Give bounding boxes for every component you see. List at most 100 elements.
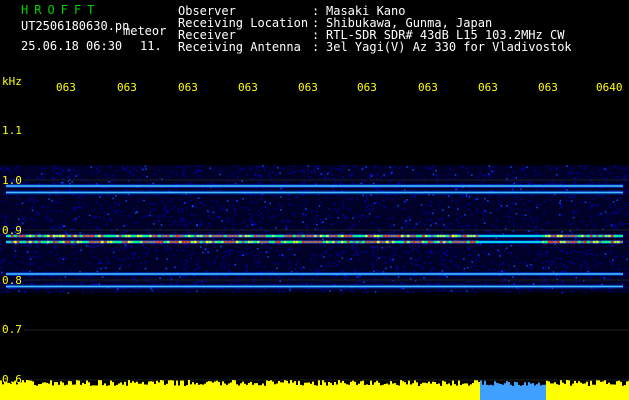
noise-dot (625, 189, 627, 191)
noise-dot (496, 209, 499, 211)
signal-sample (329, 234, 332, 238)
noise-dot (513, 224, 515, 226)
noise-dot (52, 227, 54, 230)
signal-sample (593, 240, 596, 244)
noise-dot (457, 267, 460, 269)
amplitude-bar (570, 385, 572, 400)
noise-dot (316, 227, 319, 230)
noise-dot (263, 266, 266, 268)
noise-dot (36, 213, 39, 215)
amplitude-bar (538, 382, 540, 400)
noise-dot (366, 197, 368, 200)
noise-dot (228, 263, 230, 266)
signal-sample (275, 234, 278, 238)
noise-dot (30, 282, 32, 285)
noise-dot (327, 173, 329, 175)
signal-sample (392, 234, 395, 238)
noise-dot (559, 214, 561, 216)
noise-dot (39, 255, 41, 258)
noise-dot (451, 199, 453, 202)
noise-dot (128, 215, 131, 217)
noise-dot (145, 252, 147, 254)
noise-dot (9, 170, 11, 172)
noise-dot (324, 176, 326, 179)
noise-dot (377, 248, 379, 251)
noise-dot (220, 263, 222, 265)
noise-dot (29, 263, 31, 265)
noise-dot (363, 291, 365, 293)
noise-dot (588, 268, 590, 270)
signal-sample (227, 240, 230, 244)
noise-dot (575, 276, 577, 279)
noise-dot (74, 218, 77, 220)
signal-sample (599, 234, 602, 238)
noise-dot (113, 247, 115, 250)
noise-dot (345, 216, 347, 219)
amplitude-bar (164, 384, 166, 400)
noise-dot (561, 250, 563, 252)
noise-dot (507, 187, 509, 190)
noise-dot (385, 267, 387, 270)
noise-dot (292, 278, 295, 280)
noise-dot (351, 245, 354, 248)
signal-sample (338, 240, 341, 244)
signal-sample (230, 240, 233, 244)
amplitude-bar (170, 380, 172, 400)
noise-dot (170, 247, 172, 250)
noise-dot (361, 281, 363, 284)
noise-dot (442, 238, 445, 240)
signal-sample (215, 234, 218, 238)
noise-dot (503, 262, 505, 264)
noise-dot (351, 172, 353, 175)
noise-dot (232, 220, 234, 222)
noise-dot (307, 165, 310, 167)
noise-dot (164, 247, 166, 250)
noise-dot (437, 175, 439, 177)
noise-dot (7, 168, 10, 170)
signal-sample (347, 240, 350, 244)
signal-sample (206, 240, 209, 244)
noise-dot (36, 199, 39, 202)
amplitude-bar (532, 383, 534, 400)
noise-dot (430, 201, 432, 203)
noise-dot (483, 265, 485, 267)
noise-dot (598, 204, 600, 206)
amplitude-bar (70, 381, 72, 400)
amplitude-bar (326, 385, 328, 400)
noise-dot (623, 291, 625, 293)
noise-dot (357, 280, 360, 283)
noise-dot (561, 181, 564, 183)
noise-dot (346, 246, 348, 248)
noise-dot (591, 182, 593, 185)
noise-dot (60, 228, 62, 230)
signal-sample (272, 240, 275, 244)
noise-dot (106, 257, 109, 260)
amplitude-bar (180, 380, 182, 400)
noise-dot (395, 188, 398, 190)
noise-dot (87, 205, 89, 207)
noise-dot (542, 188, 545, 190)
noise-dot (586, 250, 588, 252)
noise-dot (273, 215, 275, 218)
noise-dot (375, 196, 378, 198)
noise-dot (110, 207, 112, 209)
noise-dot (316, 223, 318, 226)
noise-dot (519, 292, 521, 294)
signal-sample (554, 240, 557, 244)
noise-dot (605, 255, 607, 258)
noise-dot (469, 254, 472, 256)
amplitude-bar (242, 381, 244, 400)
noise-dot (149, 187, 151, 190)
noise-dot (430, 250, 432, 252)
signal-sample (56, 234, 59, 238)
noise-dot (164, 197, 166, 199)
noise-dot (536, 189, 538, 191)
amplitude-bar (184, 386, 186, 400)
noise-dot (609, 206, 611, 208)
signal-sample (179, 234, 182, 238)
noise-dot (606, 225, 608, 227)
amplitude-bar (534, 385, 536, 400)
noise-dot (237, 288, 239, 291)
signal-sample (545, 240, 548, 244)
signal-sample (398, 240, 401, 244)
